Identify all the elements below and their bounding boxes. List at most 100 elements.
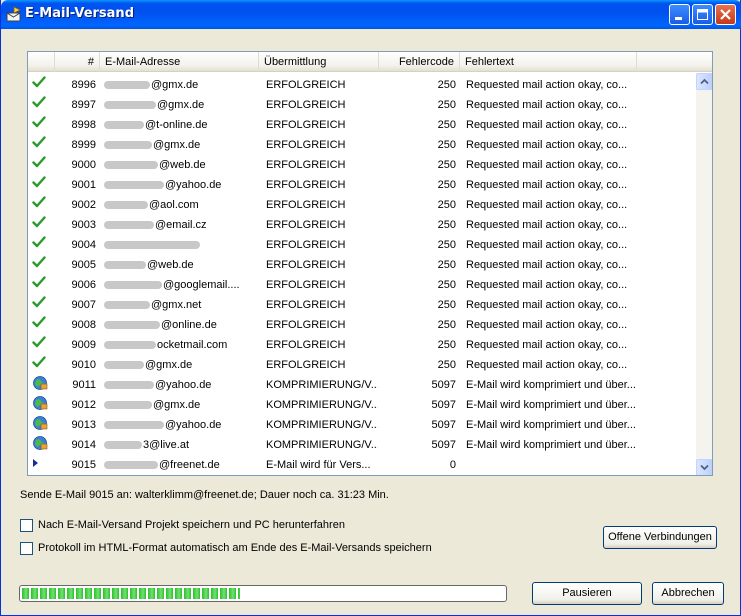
row-email: @online.de bbox=[104, 315, 264, 335]
row-number: 9005 bbox=[71, 259, 96, 271]
checkmark-icon bbox=[32, 275, 52, 295]
status-text: Sende E-Mail 9015 an: walterklimm@freene… bbox=[20, 489, 389, 501]
html-log-checkbox[interactable] bbox=[20, 542, 33, 555]
row-email: @gmx.de bbox=[104, 395, 264, 415]
row-number: 9011 bbox=[72, 379, 96, 391]
table-row[interactable]: 9004 ERFOLGREICH 250 Requested mail action … bbox=[28, 235, 696, 255]
redacted-email-part bbox=[104, 241, 200, 250]
column-header-num[interactable]: # bbox=[55, 52, 100, 72]
maximize-button[interactable] bbox=[692, 4, 713, 25]
table-row[interactable]: 9009 ocketmail.com ERFOLGREICH 250 Requested… bbox=[28, 335, 696, 355]
table-row[interactable]: 9008 @online.de ERFOLGREICH 250 Requested ma… bbox=[28, 315, 696, 335]
pause-button[interactable]: Pausieren bbox=[532, 582, 642, 605]
redacted-email-part bbox=[104, 101, 156, 110]
row-code: 250 bbox=[437, 79, 456, 91]
minimize-icon bbox=[675, 17, 682, 20]
row-code: 0 bbox=[449, 459, 456, 471]
row-email-visible: ocketmail.com bbox=[157, 339, 228, 351]
row-email: @gmx.net bbox=[104, 295, 264, 315]
row-transfer: ERFOLGREICH bbox=[266, 359, 346, 371]
row-transfer: E-Mail wird für Vers... bbox=[266, 459, 371, 471]
row-code: 250 bbox=[437, 359, 456, 371]
progress-bar bbox=[19, 585, 507, 602]
scroll-up-button[interactable] bbox=[696, 73, 712, 90]
checkmark-icon bbox=[32, 195, 52, 215]
cancel-button[interactable]: Abbrechen bbox=[652, 582, 724, 605]
row-error: Requested mail action okay, co... bbox=[466, 199, 628, 211]
redacted-email-part bbox=[104, 121, 144, 130]
row-error: Requested mail action okay, co... bbox=[466, 79, 628, 91]
globe-compress-icon bbox=[32, 415, 52, 435]
row-email-visible: @freenet.de bbox=[159, 459, 220, 471]
table-row[interactable]: 9002 @aol.com ERFOLGREICH 250 Requested mail… bbox=[28, 195, 696, 215]
row-number: 9007 bbox=[71, 299, 96, 311]
row-email: @web.de bbox=[104, 255, 264, 275]
row-error: Requested mail action okay, co... bbox=[466, 319, 628, 331]
row-number: 9013 bbox=[71, 419, 96, 431]
title-bar[interactable]: E-Mail-Versand bbox=[1, 0, 741, 29]
table-row[interactable]: 9013 @yahoo.de KOMPRIMIERUNG/V... 5097 E-Mai… bbox=[28, 415, 696, 435]
row-email-visible: @gmx.de bbox=[151, 79, 199, 91]
row-email: @gmx.de bbox=[104, 355, 264, 375]
checkmark-icon bbox=[32, 335, 52, 355]
html-log-checkbox-label[interactable]: Protokoll im HTML-Format automatisch am … bbox=[38, 542, 432, 554]
table-row[interactable]: 9000 @web.de ERFOLGREICH 250 Requested mail … bbox=[28, 155, 696, 175]
row-transfer: ERFOLGREICH bbox=[266, 99, 346, 111]
email-list[interactable]: # E-Mail-Adresse Übermittlung Fehlercode… bbox=[27, 51, 713, 476]
list-header: # E-Mail-Adresse Übermittlung Fehlercode… bbox=[28, 52, 712, 72]
row-error: Requested mail action okay, co... bbox=[466, 139, 628, 151]
column-header-transfer[interactable]: Übermittlung bbox=[259, 52, 379, 72]
row-code: 250 bbox=[437, 199, 456, 211]
minimize-button[interactable] bbox=[669, 4, 690, 25]
row-error bbox=[466, 455, 638, 475]
table-row[interactable]: 9010 @gmx.de ERFOLGREICH 250 Requested mail … bbox=[28, 355, 696, 375]
row-transfer: ERFOLGREICH bbox=[266, 119, 346, 131]
row-error: E-Mail wird komprimiert und über... bbox=[466, 439, 636, 451]
table-row[interactable]: 9005 @web.de ERFOLGREICH 250 Requested mail … bbox=[28, 255, 696, 275]
mail-send-icon bbox=[6, 6, 21, 22]
close-button[interactable] bbox=[715, 4, 736, 25]
scroll-down-button[interactable] bbox=[696, 459, 712, 475]
column-header-status[interactable] bbox=[28, 52, 55, 72]
vertical-scrollbar[interactable] bbox=[696, 73, 712, 475]
column-header-error[interactable]: Fehlertext bbox=[460, 52, 637, 72]
redacted-email-part bbox=[104, 181, 164, 190]
column-header-code[interactable]: Fehlercode bbox=[379, 52, 460, 72]
checkmark-icon bbox=[32, 175, 52, 195]
row-email: @gmx.de bbox=[104, 135, 264, 155]
row-email-visible: @t-online.de bbox=[145, 119, 208, 131]
email-dispatch-window: E-Mail-Versand # E-Mail-Adresse Übermitt… bbox=[0, 0, 741, 616]
row-email: @aol.com bbox=[104, 195, 264, 215]
table-row[interactable]: 9011 @yahoo.de KOMPRIMIERUNG/V... 5097 E-Mai… bbox=[28, 375, 696, 395]
shutdown-checkbox-label[interactable]: Nach E-Mail-Versand Projekt speichern un… bbox=[38, 519, 345, 531]
row-error: Requested mail action okay, co... bbox=[466, 259, 628, 271]
row-number: 9001 bbox=[71, 179, 96, 191]
table-row[interactable]: 9012 @gmx.de KOMPRIMIERUNG/V... 5097 E-Mail … bbox=[28, 395, 696, 415]
table-row[interactable]: 9015 @freenet.de E-Mail wird für Vers... 0 bbox=[28, 455, 696, 475]
row-code: 250 bbox=[437, 99, 456, 111]
open-connections-button[interactable]: Offene Verbindungen bbox=[603, 526, 717, 549]
row-error: E-Mail wird komprimiert und über... bbox=[466, 419, 636, 431]
row-email: @gmx.de bbox=[104, 75, 264, 95]
row-number: 8999 bbox=[71, 139, 96, 151]
row-transfer: ERFOLGREICH bbox=[266, 79, 346, 91]
row-transfer: KOMPRIMIERUNG/V... bbox=[266, 419, 378, 431]
table-row[interactable]: 9003 @email.cz ERFOLGREICH 250 Requested mai… bbox=[28, 215, 696, 235]
table-row[interactable]: 9007 @gmx.net ERFOLGREICH 250 Requested mail… bbox=[28, 295, 696, 315]
table-row[interactable]: 8996 @gmx.de ERFOLGREICH 250 Requested mail … bbox=[28, 75, 696, 95]
globe-compress-icon bbox=[32, 435, 52, 455]
maximize-icon bbox=[697, 9, 708, 20]
shutdown-checkbox[interactable] bbox=[20, 519, 33, 532]
row-email-visible: @email.cz bbox=[155, 219, 207, 231]
table-row[interactable]: 9001 @yahoo.de ERFOLGREICH 250 Requested mai… bbox=[28, 175, 696, 195]
table-row[interactable]: 8999 @gmx.de ERFOLGREICH 250 Requested mail … bbox=[28, 135, 696, 155]
row-code: 250 bbox=[437, 259, 456, 271]
table-row[interactable]: 8997 @gmx.de ERFOLGREICH 250 Requested mail … bbox=[28, 95, 696, 115]
row-number: 9003 bbox=[71, 219, 96, 231]
row-error: Requested mail action okay, co... bbox=[466, 119, 628, 131]
table-row[interactable]: 8998 @t-online.de ERFOLGREICH 250 Requested … bbox=[28, 115, 696, 135]
table-row[interactable]: 9006 @googlemail.... ERFOLGREICH 250 Request… bbox=[28, 275, 696, 295]
row-code: 250 bbox=[437, 239, 456, 251]
column-header-email[interactable]: E-Mail-Adresse bbox=[100, 52, 259, 72]
table-row[interactable]: 9014 3@live.at KOMPRIMIERUNG/V... 5097 E-Mai… bbox=[28, 435, 696, 455]
